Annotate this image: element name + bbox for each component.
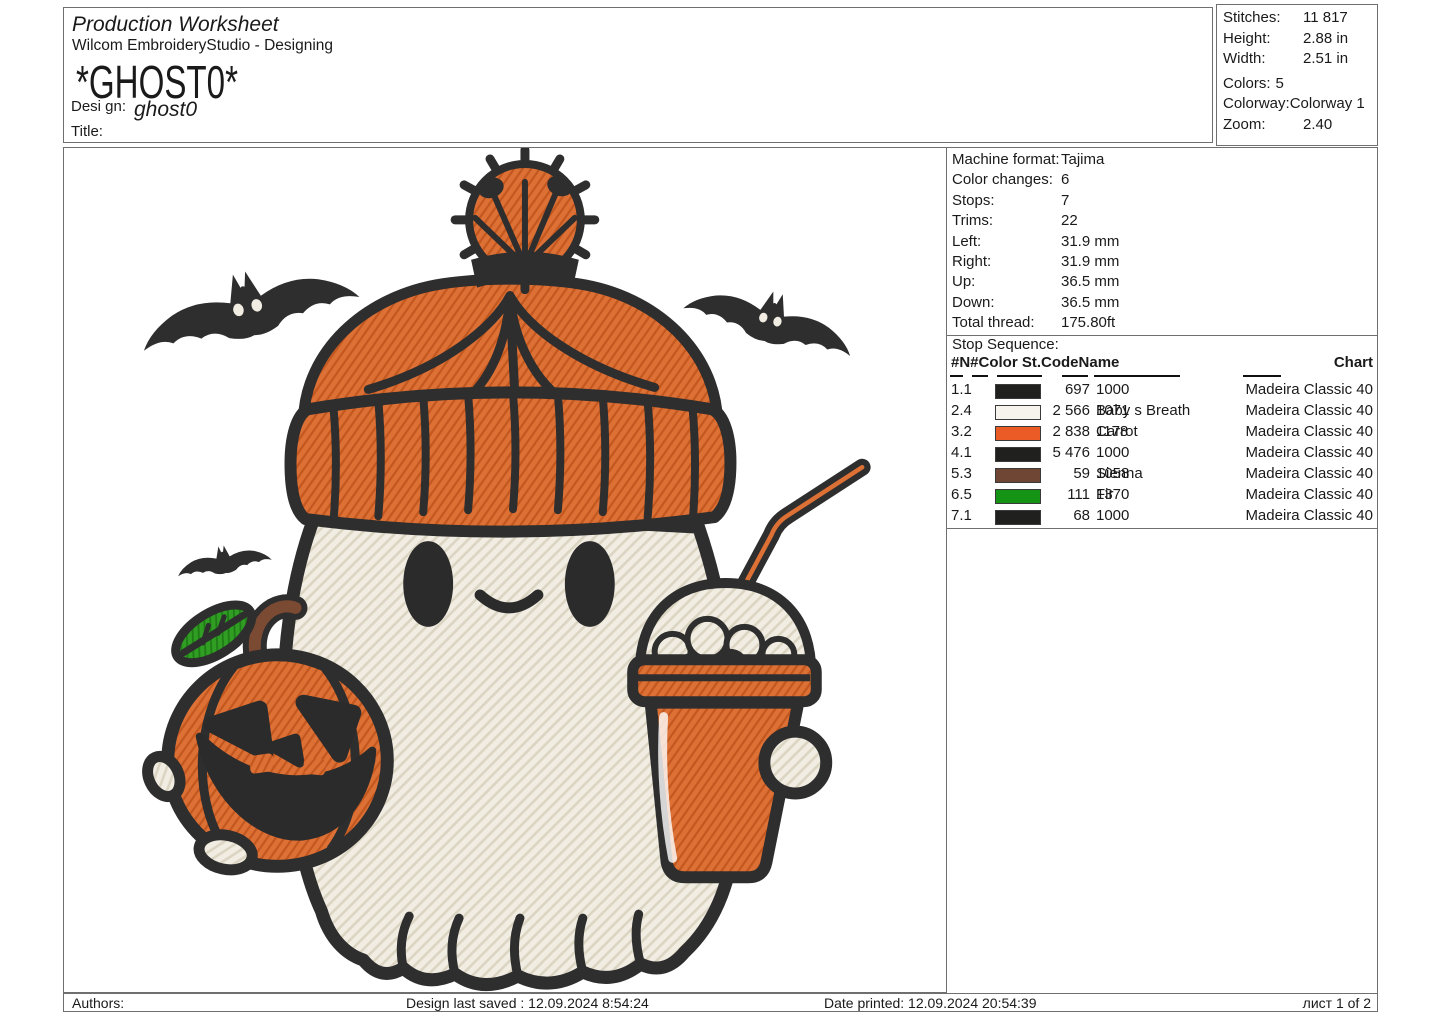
thread-color-swatch	[995, 468, 1041, 483]
thread-color-swatch	[995, 426, 1041, 441]
production-worksheet-page: Production Worksheet Wilcom EmbroiderySt…	[0, 0, 1445, 1022]
stop-sequence-columns: #N#Color St.CodeName	[951, 354, 1119, 371]
last-saved-text: Design last saved : 12.09.2024 8:54:24	[406, 995, 649, 1011]
app-subtitle: Wilcom EmbroideryStudio - Designing	[72, 37, 333, 55]
column-underline	[1130, 375, 1180, 377]
beanie-hat	[291, 150, 731, 532]
machine-info-row: Stops:7	[947, 191, 1376, 211]
column-underline	[1094, 375, 1132, 377]
authors-label: Authors:	[72, 995, 124, 1011]
pumpkin-tooth	[248, 753, 274, 774]
machine-info-row: Up:36.5 mm	[947, 272, 1376, 292]
header: Production Worksheet Wilcom EmbroiderySt…	[63, 7, 1213, 143]
stop-sequence-heading: Stop Sequence:	[952, 336, 1059, 353]
embroidery-design-image	[64, 148, 946, 992]
machine-info-row: Right:31.9 mm	[947, 252, 1376, 272]
stop-sequence-row: 1.16971000Madeira Classic 40	[947, 381, 1376, 402]
stop-sequence-row: 5.3591058SiennaMadeira Classic 40	[947, 465, 1376, 486]
stop-sequence-row: 3.22 8381178CarrotMadeira Classic 40	[947, 423, 1376, 444]
stop-sequence-row: 2.42 5661071Baby s BreathMadeira Classic…	[947, 402, 1376, 423]
design-preview	[63, 147, 947, 993]
bat-icon	[174, 538, 273, 582]
column-underline	[1062, 375, 1088, 377]
machine-info-row: Total thread:175.80ft	[947, 313, 1376, 333]
stat-row: Colors:5	[1223, 74, 1377, 95]
design-filename: ghost0	[134, 98, 197, 122]
divider	[947, 528, 1377, 529]
stat-row: Height:2.88 in	[1223, 29, 1377, 50]
ghost-eye	[403, 541, 453, 627]
title-label: Title:	[71, 123, 103, 140]
column-underline	[950, 375, 963, 377]
thread-color-swatch	[995, 384, 1041, 399]
bat-icon	[681, 269, 862, 366]
column-underline	[997, 375, 1042, 377]
stop-sequence-row: 7.1681000Madeira Classic 40	[947, 507, 1376, 528]
footer-bar: Authors: Design last saved : 12.09.2024 …	[63, 993, 1378, 1012]
stop-sequence-row: 6.51111370FirMadeira Classic 40	[947, 486, 1376, 507]
page-number: лист 1 of 2	[1303, 995, 1371, 1011]
thread-color-swatch	[995, 405, 1041, 420]
summary-panel: Stitches:11 817 Height:2.88 in Width:2.5…	[1216, 4, 1378, 146]
date-printed-text: Date printed: 12.09.2024 20:54:39	[824, 995, 1037, 1011]
stop-sequence-row: 4.15 4761000Madeira Classic 40	[947, 444, 1376, 465]
column-underline	[1243, 375, 1281, 377]
stat-row: Colorway:Colorway 1	[1223, 94, 1377, 115]
pumpkin-tooth	[303, 757, 326, 775]
stat-row: Zoom:2.40	[1223, 115, 1377, 136]
details-panel: Machine format:TajimaColor changes:6Stop…	[947, 147, 1378, 993]
pom-pom	[455, 150, 595, 290]
machine-info-row: Machine format:Tajima	[947, 150, 1376, 170]
chart-column-header: Chart	[1334, 354, 1373, 371]
ghost-eye	[565, 541, 615, 627]
machine-info-row: Trims:22	[947, 211, 1376, 231]
ghost-hand	[764, 732, 826, 794]
machine-info-row: Down:36.5 mm	[947, 293, 1376, 313]
stat-row: Width:2.51 in	[1223, 49, 1377, 70]
thread-color-swatch	[995, 447, 1041, 462]
design-label: Desi gn:	[71, 98, 126, 115]
thread-color-swatch	[995, 510, 1041, 525]
column-underline	[972, 375, 988, 377]
thread-color-swatch	[995, 489, 1041, 504]
machine-info-row: Color changes:6	[947, 170, 1376, 190]
page-title: Production Worksheet	[72, 13, 279, 37]
stat-row: Stitches:11 817	[1223, 8, 1377, 29]
machine-info-row: Left:31.9 mm	[947, 232, 1376, 252]
machine-info: Machine format:TajimaColor changes:6Stop…	[947, 150, 1376, 334]
